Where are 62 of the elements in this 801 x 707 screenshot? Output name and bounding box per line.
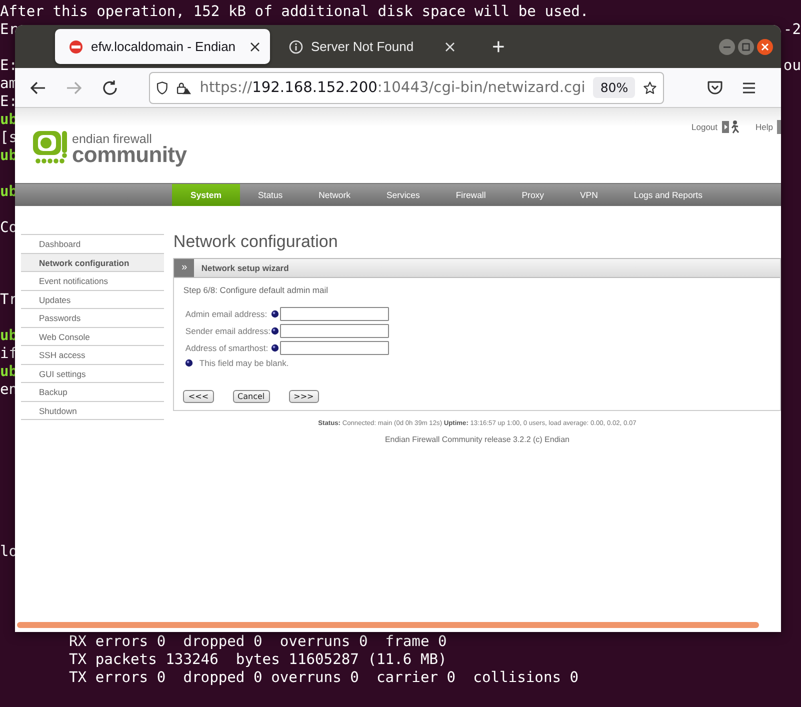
new-tab-button[interactable]: +: [482, 32, 515, 60]
terminal-line: TX errors 0 dropped 0 overruns 0 carrier 0 collisions 0: [69, 669, 579, 687]
browser-tab[interactable]: Server Not Found: [275, 29, 465, 64]
panel-title: Network setup wizard: [201, 263, 289, 273]
terminal-line: -2: [783, 21, 801, 39]
nav-item[interactable]: VPN: [562, 184, 616, 206]
sidebar-item[interactable]: Network configuration: [21, 254, 164, 272]
step-text: Step 6/8: Configure default admin mail: [183, 285, 330, 295]
wizard-button[interactable]: >>>: [288, 390, 319, 403]
sidebar-item[interactable]: Passwords: [21, 309, 164, 328]
bullet-icon: [185, 359, 194, 367]
input-field[interactable]: [280, 341, 390, 355]
header-link[interactable]: Logout: [692, 122, 718, 132]
reload-icon[interactable]: [101, 78, 119, 96]
sidebar-item[interactable]: Updates: [21, 290, 164, 309]
note-text: This field may be blank.: [199, 358, 289, 368]
sidebar-item[interactable]: GUI settings: [21, 364, 164, 383]
terminal-line: Er: [0, 21, 18, 39]
sidebar-item[interactable]: SSH access: [21, 346, 164, 364]
wizard-button[interactable]: Cancel: [232, 390, 270, 403]
input-field[interactable]: [280, 324, 390, 338]
sidebar-item[interactable]: Web Console: [21, 328, 164, 346]
nav-item[interactable]: Logs and Reports: [616, 184, 720, 206]
input-field[interactable]: [280, 307, 390, 321]
nav-item[interactable]: Proxy: [504, 184, 562, 206]
header-link[interactable]: Help: [756, 122, 773, 132]
pocket-icon[interactable]: [706, 78, 724, 96]
page-title: Network configuration: [173, 231, 339, 253]
field-label: Admin email address:: [185, 309, 268, 319]
terminal-line: TX packets 133246 bytes 11605287 (11.6 MB): [69, 651, 447, 669]
site-icon: [69, 40, 83, 54]
nav-item[interactable]: Firewall: [438, 184, 504, 206]
nav-item[interactable]: Status: [240, 184, 301, 206]
star-icon[interactable]: [643, 78, 657, 96]
logo-icon: [31, 130, 68, 164]
url-text: https://192.168.152.200:10443/cgi-bin/netwizard.cgi: [200, 79, 586, 96]
zoom-badge[interactable]: 80%: [593, 77, 636, 98]
shield-icon: [156, 78, 168, 96]
info-icon: [289, 40, 303, 54]
terminal-line: E:: [0, 57, 18, 75]
sidebar-item[interactable]: Backup: [21, 383, 164, 402]
minimize-icon[interactable]: [719, 38, 735, 54]
sidebar-item[interactable]: Shutdown: [21, 402, 164, 420]
exit-icon[interactable]: [722, 120, 742, 134]
terminal-line: After this operation, 152 kB of additional disk space will be used.: [0, 3, 589, 21]
nav-item[interactable]: Services: [368, 184, 438, 206]
address-bar[interactable]: https://192.168.152.200:10443/cgi-bin/netwizard.cgi 80%: [149, 72, 664, 104]
wizard-button[interactable]: <<<: [183, 390, 214, 403]
terminal-line: ou: [783, 57, 801, 75]
field-label: Sender email address:: [185, 326, 270, 336]
field-label: Address of smarthost:: [185, 343, 270, 353]
terminal-line: RX errors 0 dropped 0 overruns 0 frame 0: [69, 633, 447, 651]
collapse-toggle[interactable]: »: [174, 259, 194, 277]
close-icon[interactable]: [757, 38, 773, 54]
sidebar-item[interactable]: Event notifications: [21, 272, 164, 290]
close-icon[interactable]: [250, 42, 260, 52]
nav-item[interactable]: Network: [300, 184, 369, 206]
logo-text: endian firewall: [72, 133, 153, 146]
logo-text: community: [72, 144, 187, 166]
footer-text: Endian Firewall Community release 3.2.2 (c) Endian: [384, 435, 570, 444]
terminal-line: E:: [0, 93, 18, 111]
browser-tab[interactable]: efw.localdomain - Endian: [55, 29, 270, 64]
